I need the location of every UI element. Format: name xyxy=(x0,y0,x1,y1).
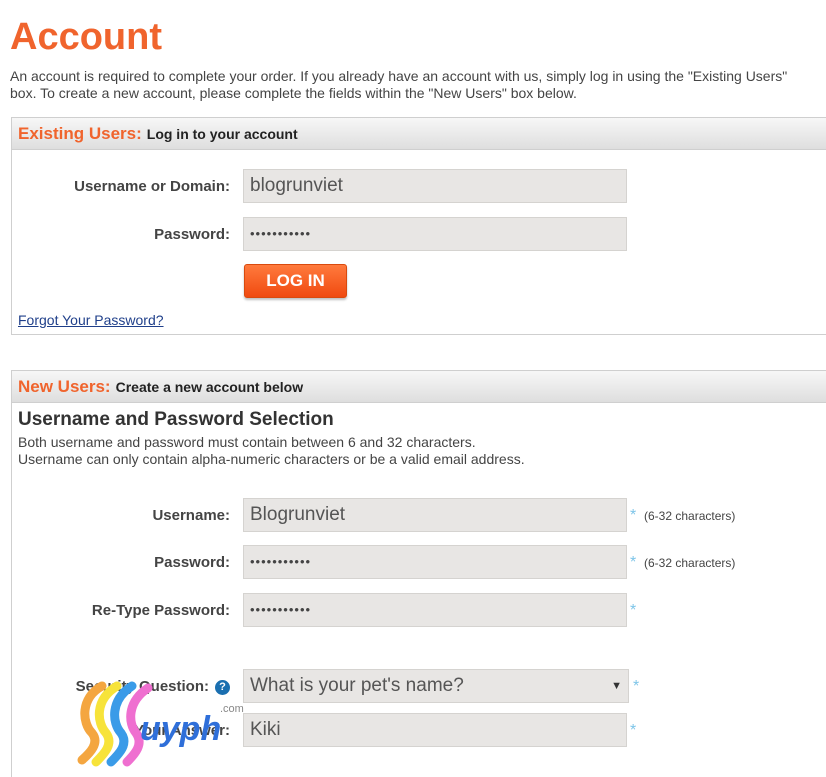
security-question-value: What is your pet's name? xyxy=(250,675,464,696)
required-icon: * xyxy=(633,678,640,695)
section-description: Both username and password must contain … xyxy=(18,434,525,468)
description-line: Username can only contain alpha-numeric … xyxy=(18,451,525,467)
new-users-heading: New Users: xyxy=(18,376,111,396)
forgot-password-link[interactable]: Forgot Your Password? xyxy=(18,312,164,328)
intro-text: An account is required to complete your … xyxy=(10,68,788,101)
security-answer-input[interactable]: Kiki xyxy=(243,713,627,747)
new-username-row: Username: Blogrunviet * (6-32 characters… xyxy=(12,498,826,534)
existing-users-header: Existing Users: Log in to your account xyxy=(12,118,826,150)
new-username-label: Username: xyxy=(152,507,230,524)
new-password-label: Password: xyxy=(154,554,230,571)
username-hint: (6-32 characters) xyxy=(644,509,736,523)
required-icon: * xyxy=(630,507,637,524)
existing-users-heading: Existing Users: xyxy=(18,123,142,143)
password-hint: (6-32 characters) xyxy=(644,556,736,570)
description-line: Both username and password must contain … xyxy=(18,434,476,450)
new-username-input[interactable]: Blogrunviet xyxy=(243,498,627,532)
security-question-select[interactable]: What is your pet's name? ▼ xyxy=(243,669,629,703)
required-icon: * xyxy=(630,602,637,619)
page-title: Account xyxy=(10,16,162,58)
retype-password-input[interactable]: ••••••••••• xyxy=(243,593,627,627)
login-password-row: Password: ••••••••••• xyxy=(12,217,826,253)
login-username-row: Username or Domain: blogrunviet xyxy=(12,169,826,205)
required-icon: * xyxy=(630,554,637,571)
login-username-label: Username or Domain: xyxy=(74,178,230,195)
login-button[interactable]: LOG IN xyxy=(244,264,347,298)
chevron-down-icon: ▼ xyxy=(611,680,622,692)
existing-users-panel: Existing Users: Log in to your account U… xyxy=(11,117,826,335)
new-users-header: New Users: Create a new account below xyxy=(12,371,826,403)
section-title: Username and Password Selection xyxy=(18,409,334,430)
new-password-input[interactable]: ••••••••••• xyxy=(243,545,627,579)
required-icon: * xyxy=(630,722,637,739)
login-password-label: Password: xyxy=(154,226,230,243)
retype-password-label: Re-Type Password: xyxy=(91,602,230,619)
watermark-domain: .com xyxy=(220,703,244,715)
login-password-input[interactable]: ••••••••••• xyxy=(243,217,627,251)
new-users-subtitle: Create a new account below xyxy=(115,378,304,395)
existing-users-subtitle: Log in to your account xyxy=(146,125,298,142)
new-password-row: Password: ••••••••••• * (6-32 characters… xyxy=(12,545,826,581)
watermark-text: uyph xyxy=(140,710,221,748)
retype-password-row: Re-Type Password: ••••••••••• * xyxy=(12,593,826,629)
login-username-input[interactable]: blogrunviet xyxy=(243,169,627,203)
watermark-logo: uyph .com xyxy=(77,681,244,767)
